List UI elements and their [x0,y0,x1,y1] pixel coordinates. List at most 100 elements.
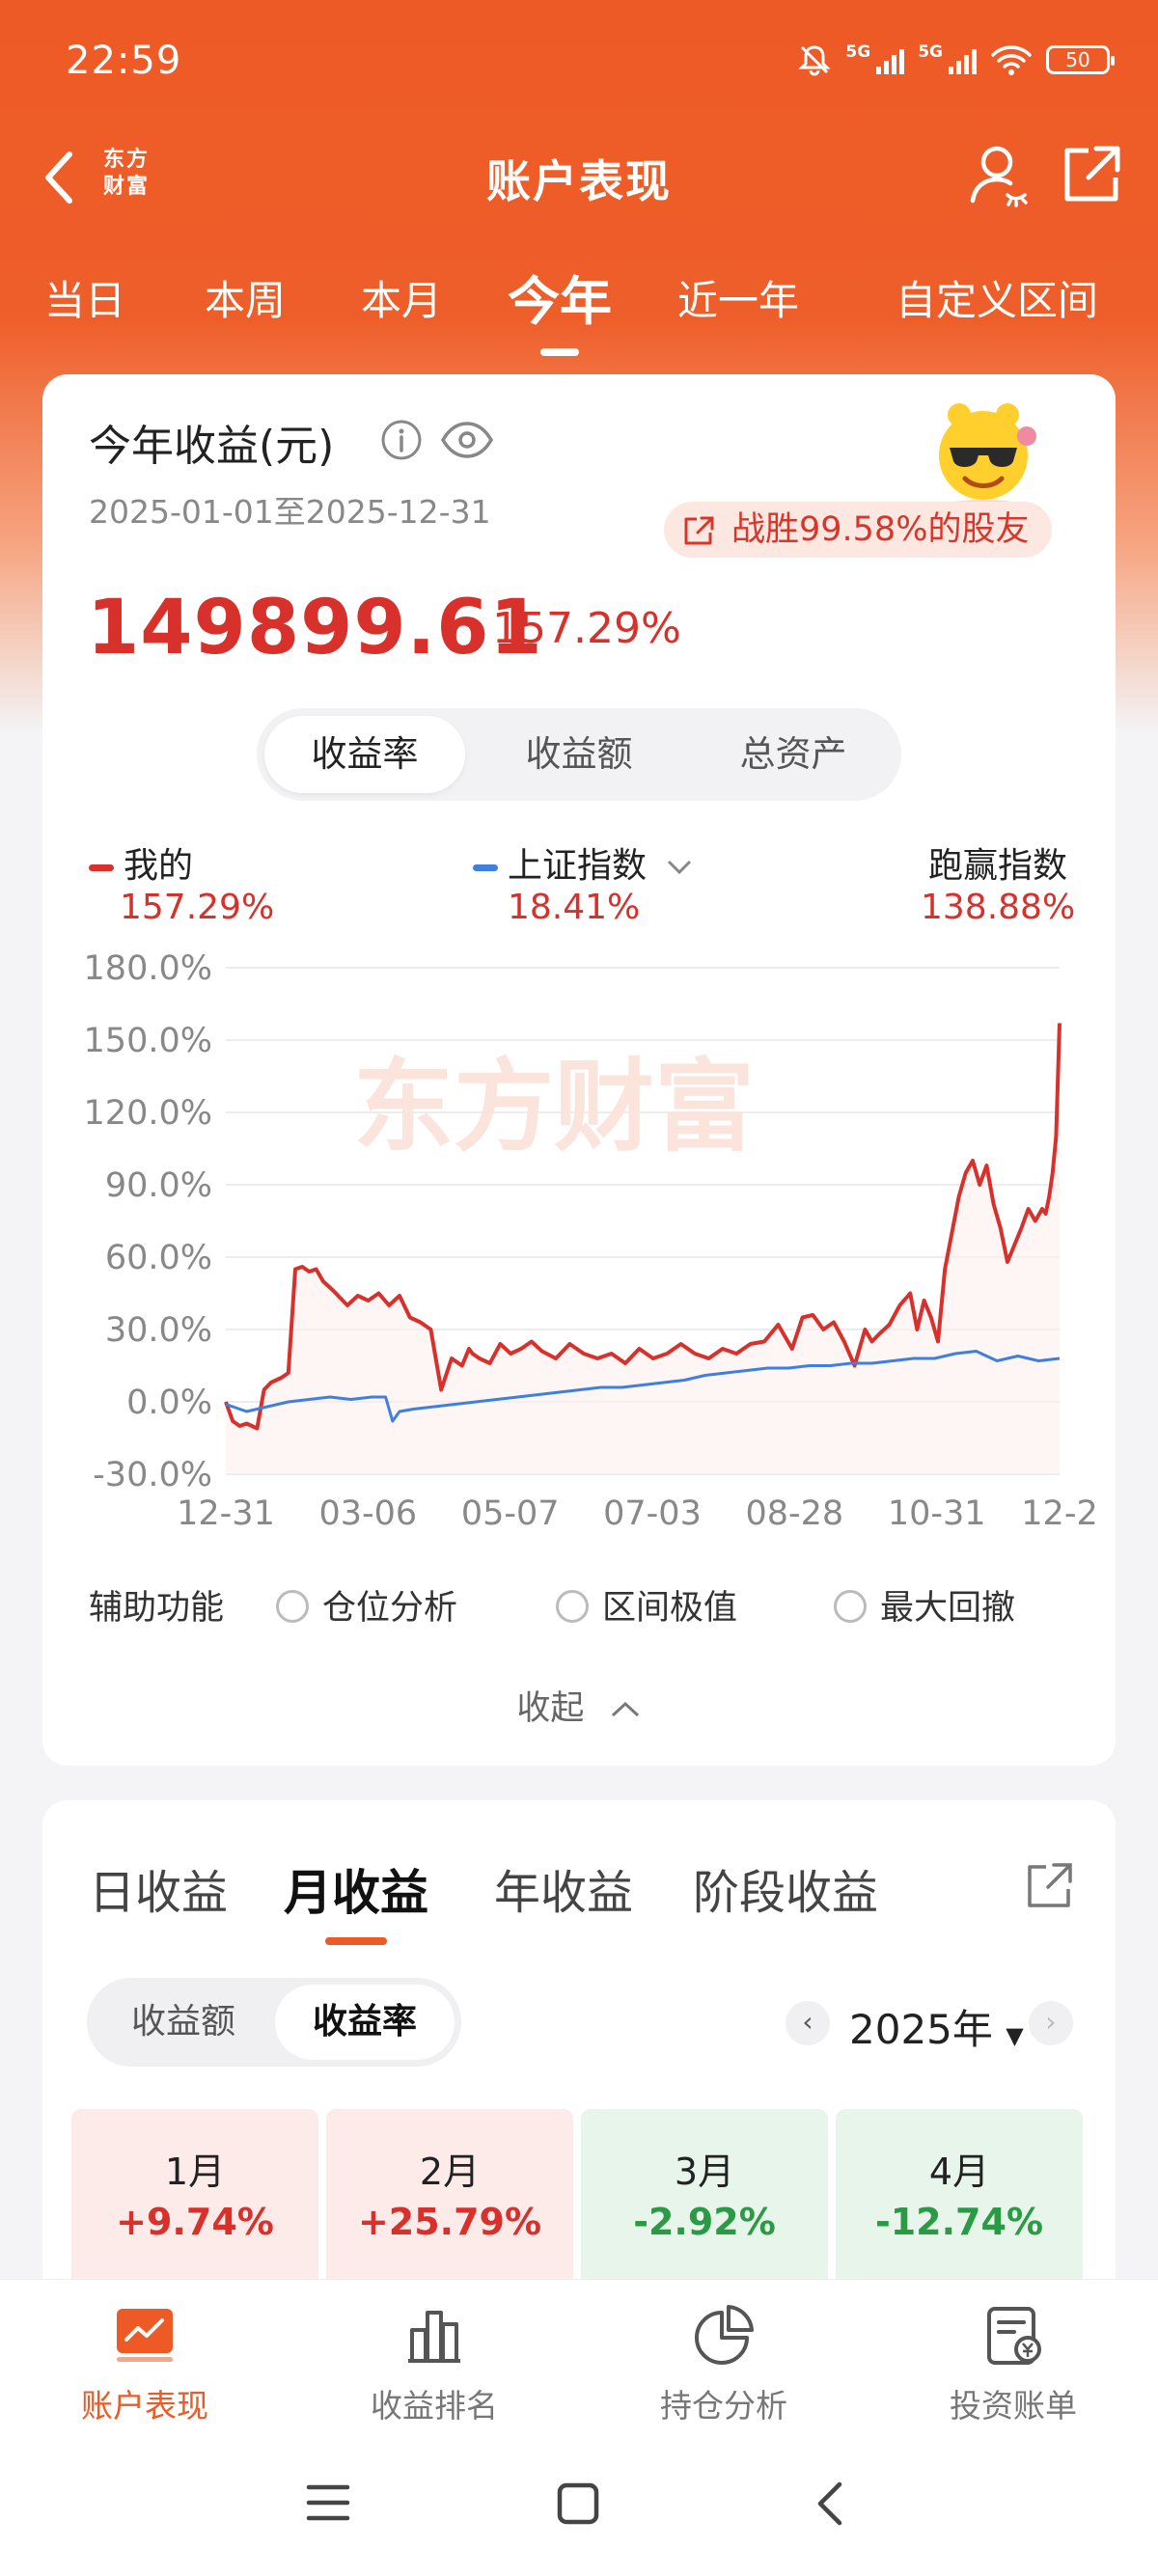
network-label-1: 5G [845,42,871,62]
nav-investment-bill[interactable]: 投资账单 [868,2301,1158,2426]
legend-mine: 我的 [89,837,193,888]
prev-year-button[interactable]: ‹ [786,2001,830,2045]
tab-return-rate[interactable]: 收益率 [264,716,465,793]
nav-account-performance[interactable]: 账户表现 [0,2301,290,2426]
amount-rate-toggle: 收益额 收益率 [87,1978,461,2067]
legend-beat-value: 138.88% [921,888,1076,927]
nav-holdings-analysis[interactable]: 持仓分析 [579,2301,868,2426]
x-tick-label: 08-28 [745,1494,843,1533]
aux-max-drawdown[interactable]: 最大回撤 [834,1580,1015,1630]
pie-chart-icon [695,2305,754,2365]
bar-chart-icon [408,2311,460,2363]
tab-custom-range[interactable]: 自定义区间 [896,268,1098,327]
month-cell-apr[interactable]: 4月 -12.74% [836,2109,1083,2302]
summary-card: 今年收益(元) 2025-01-01至2025-12-31 战胜99.58%的股… [42,374,1116,1766]
summary-title: 今年收益(元) [89,422,335,471]
tab-month[interactable]: 本月 [361,268,442,327]
signal-icon [876,45,905,74]
status-time: 22:59 [66,39,182,83]
radio-icon [834,1590,867,1623]
home-icon[interactable] [556,2481,600,2526]
x-tick-label: 05-07 [461,1494,560,1533]
tab-monthly-returns[interactable]: 月收益 [284,1854,428,1945]
y-tick-label: -30.0% [93,1456,212,1494]
chevron-up-icon [611,1701,639,1717]
month-cell-jan[interactable]: 1月 +9.74% [71,2109,318,2302]
date-range: 2025-01-01至2025-12-31 [89,493,491,531]
tab-today[interactable]: 当日 [44,268,125,327]
tab-yearly-returns[interactable]: 年收益 [494,1854,633,1922]
tab-daily-returns[interactable]: 日收益 [89,1854,228,1922]
ytd-profit-amount: 149899.61 [87,585,543,671]
battery-icon: 50 [1046,45,1115,74]
caret-down-icon: ▼ [1006,2022,1024,2049]
y-tick-label: 30.0% [105,1311,212,1350]
info-icon[interactable] [380,419,423,461]
eye-icon[interactable] [440,421,494,459]
next-year-button[interactable]: › [1029,2001,1073,2045]
legend-beat-label: 跑赢指数 [928,846,1068,886]
mascot-image [939,403,1036,511]
chart-icon [117,2309,173,2362]
tab-period-returns[interactable]: 阶段收益 [693,1854,878,1922]
mute-icon [798,45,832,76]
back-icon[interactable] [811,2480,849,2528]
x-tick-label: 07-03 [603,1494,702,1533]
tab-this-year[interactable]: 今年 [508,259,612,356]
toggle-rate[interactable]: 收益率 [275,1985,455,2060]
share-icon [684,516,714,545]
ytd-return-percent: 157.29% [492,604,681,653]
chevron-down-icon [668,860,692,875]
aux-label: 辅助功能 [89,1589,225,1628]
aux-position-analysis[interactable]: 仓位分析 [276,1580,457,1630]
legend-mine-value: 157.29% [120,888,275,927]
system-nav-bar [0,2443,1158,2576]
nav-return-ranking[interactable]: 收益排名 [290,2301,579,2426]
nav-header: 东方 财富 账户表现 [0,125,1158,232]
month-cell-mar[interactable]: 3月 -2.92% [581,2109,828,2302]
watermark: 东方财富 [353,1048,755,1165]
legend-index-value: 18.41% [508,888,641,927]
x-tick-label: 12-31 [177,1494,275,1533]
legend-swatch-index [473,863,498,871]
tab-week[interactable]: 本周 [205,268,286,327]
menu-icon[interactable] [305,2481,351,2524]
x-tick-label: 03-06 [318,1494,417,1533]
user-icon[interactable] [965,141,1033,208]
status-bar: 22:59 5G 5G 50 [0,0,1158,125]
x-tick-label: 10-31 [888,1494,986,1533]
month-cell-feb[interactable]: 2月 +25.79% [326,2109,573,2302]
tab-last-year[interactable]: 近一年 [677,268,799,327]
legend-index-selector[interactable]: 上证指数 [473,837,694,888]
y-tick-label: 90.0% [105,1166,212,1205]
return-line-chart[interactable]: 东方财富 180.0% 150.0% 120.0% 90.0% 60.0% 30.0% 0.… [42,953,1116,1551]
year-dropdown[interactable]: 2025年 ▼ [849,1997,1024,2056]
y-tick-label: 0.0% [126,1384,212,1422]
legend-swatch-mine [89,863,114,871]
network-label-2: 5G [918,42,943,62]
share-icon[interactable] [1060,143,1123,206]
chart-mode-tabs: 收益率 收益额 总资产 [257,708,901,801]
y-tick-label: 120.0% [84,1094,212,1133]
y-tick-label: 60.0% [105,1239,212,1277]
tab-total-assets[interactable]: 总资产 [693,716,894,793]
y-tick-label: 180.0% [84,953,212,988]
aux-range-extremes[interactable]: 区间极值 [556,1580,737,1630]
monthly-returns-card: 日收益 月收益 年收益 阶段收益 收益额 收益率 ‹ 2025年 ▼ › 1月 +… [42,1800,1116,2341]
toggle-amount[interactable]: 收益额 [94,1985,273,2060]
bill-icon [987,2307,1041,2365]
export-icon[interactable] [1025,1860,1075,1910]
year-selector: ‹ 2025年 ▼ › [741,1989,1073,2057]
period-tabs: 当日 本周 本月 今年 近一年 自定义区间 [0,259,1158,356]
status-icons: 5G 5G 50 [797,42,1115,77]
x-tick-label: 12-2 [1021,1494,1097,1533]
collapse-button[interactable]: 收起 [42,1681,1116,1730]
tab-return-amount[interactable]: 收益额 [479,716,679,793]
bottom-nav: 账户表现 收益排名 持仓分析 投资账单 [0,2279,1158,2443]
wifi-icon [991,45,1032,75]
radio-icon [276,1590,309,1623]
y-tick-label: 150.0% [84,1022,212,1060]
radio-icon [556,1590,589,1623]
signal-icon [949,45,977,74]
beat-percentile-badge[interactable]: 战胜99.58%的股友 [664,502,1053,558]
